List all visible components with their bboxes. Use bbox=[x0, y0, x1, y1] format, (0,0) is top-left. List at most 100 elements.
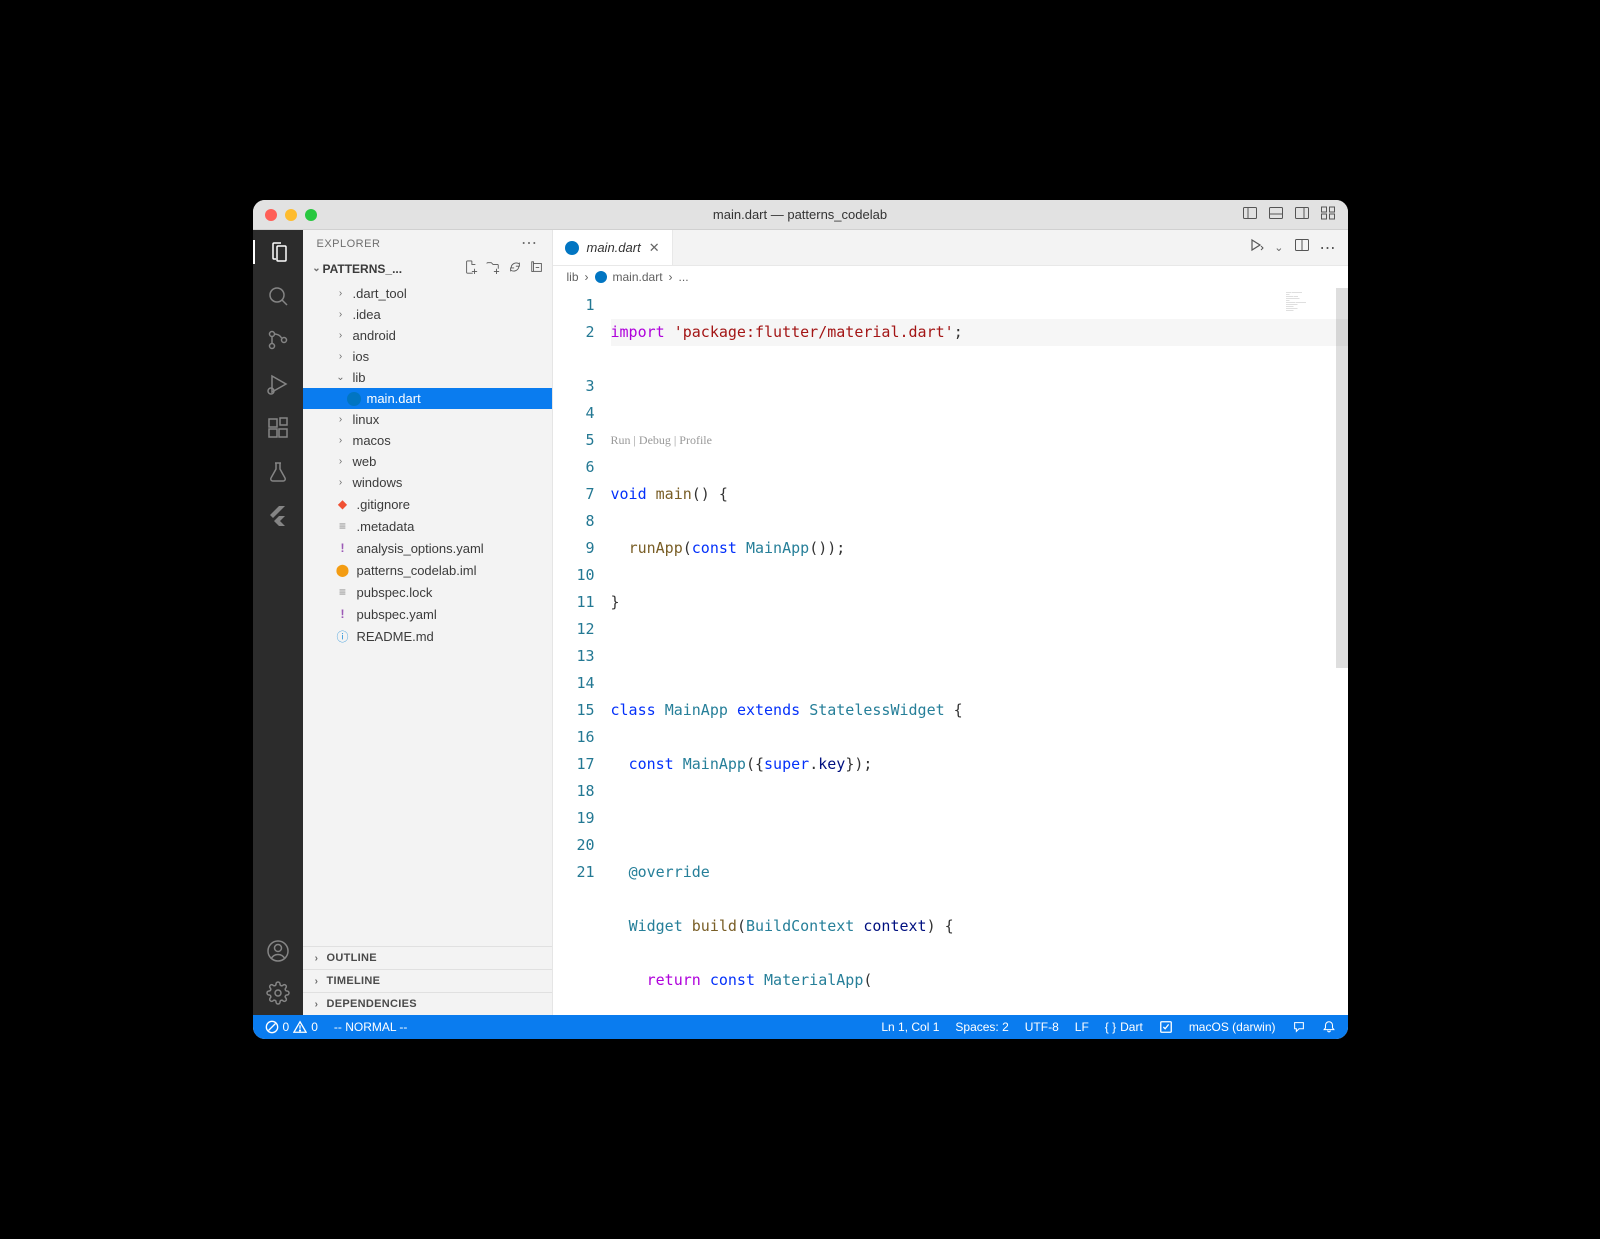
file-item[interactable]: main.dart bbox=[303, 388, 552, 409]
customize-layout-icon[interactable] bbox=[1320, 205, 1336, 224]
file-tree: ›.dart_tool›.idea›android›ios⌄libmain.da… bbox=[303, 283, 552, 946]
tree-item-label: ios bbox=[353, 349, 370, 364]
toggle-panel-icon[interactable] bbox=[1268, 205, 1284, 224]
close-tab-icon[interactable]: ✕ bbox=[649, 240, 660, 256]
code-editor[interactable]: 12 3456789101112131415161718192021 impor… bbox=[553, 288, 1348, 1015]
flutter-activity-icon[interactable] bbox=[266, 504, 290, 528]
braces-icon: { } bbox=[1105, 1020, 1116, 1034]
dart-devtools-status[interactable] bbox=[1159, 1020, 1173, 1034]
code-content[interactable]: import 'package:flutter/material.dart'; … bbox=[611, 288, 1348, 1015]
flutter-device-status[interactable]: macOS (darwin) bbox=[1189, 1020, 1276, 1034]
info-file-icon: ⓘ bbox=[335, 628, 351, 644]
outline-section-header[interactable]: › OUTLINE bbox=[303, 946, 552, 969]
new-file-icon[interactable] bbox=[464, 260, 478, 277]
dependencies-section-header[interactable]: › DEPENDENCIES bbox=[303, 992, 552, 1015]
iml-file-icon: ⬤ bbox=[335, 562, 351, 578]
tree-item-label: analysis_options.yaml bbox=[357, 541, 484, 556]
source-control-activity-icon[interactable] bbox=[266, 328, 290, 352]
dart-file-icon bbox=[595, 271, 607, 283]
codelens[interactable]: Run | Debug | Profile bbox=[611, 427, 1348, 454]
file-item[interactable]: !pubspec.yaml bbox=[303, 603, 552, 625]
tabs-container: main.dart ✕ ⌄ ⋯ bbox=[553, 230, 1348, 266]
editor-layout-controls bbox=[1242, 205, 1336, 224]
chevron-right-icon: › bbox=[669, 270, 673, 284]
chevron-right-icon: › bbox=[335, 330, 347, 341]
breadcrumb-segment[interactable]: lib bbox=[567, 270, 579, 284]
chevron-right-icon: › bbox=[335, 351, 347, 362]
chevron-right-icon: › bbox=[335, 414, 347, 425]
run-action-icon[interactable] bbox=[1248, 237, 1264, 258]
minimize-window-button[interactable] bbox=[285, 209, 297, 221]
tab-main-dart[interactable]: main.dart ✕ bbox=[553, 230, 673, 265]
folder-item[interactable]: › android bbox=[303, 325, 552, 346]
window-title: main.dart — patterns_codelab bbox=[713, 207, 887, 222]
accounts-activity-icon[interactable] bbox=[266, 939, 290, 963]
yaml-file-icon: ! bbox=[335, 606, 351, 622]
file-item[interactable]: ⬤patterns_codelab.iml bbox=[303, 559, 552, 581]
explorer-activity-icon[interactable] bbox=[253, 240, 303, 264]
breadcrumb-segment[interactable]: main.dart bbox=[613, 270, 663, 284]
file-icon: ≡ bbox=[335, 584, 351, 600]
collapse-all-icon[interactable] bbox=[530, 260, 544, 277]
close-window-button[interactable] bbox=[265, 209, 277, 221]
folder-item[interactable]: ›web bbox=[303, 451, 552, 472]
minimap[interactable]: ▬▬▬ ▬▬▬▬▬▬▬▬▬▬▬ ▬▬▬▬▬▬▬▬▬▬▬▬▬▬▬▬ ▬▬▬▬▬▬▬… bbox=[1286, 292, 1342, 342]
feedback-icon[interactable] bbox=[1292, 1020, 1306, 1034]
vertical-scrollbar[interactable] bbox=[1336, 288, 1348, 1015]
activity-bar bbox=[253, 230, 303, 1015]
more-actions-icon[interactable]: ⋯ bbox=[1320, 238, 1336, 258]
folder-item[interactable]: › ios bbox=[303, 346, 552, 367]
section-label: OUTLINE bbox=[327, 952, 377, 964]
folder-item[interactable]: ›linux bbox=[303, 409, 552, 430]
file-item[interactable]: !analysis_options.yaml bbox=[303, 537, 552, 559]
cursor-position-status[interactable]: Ln 1, Col 1 bbox=[881, 1020, 939, 1034]
file-item[interactable]: ⓘ README.md bbox=[303, 625, 552, 647]
timeline-section-header[interactable]: › TIMELINE bbox=[303, 969, 552, 992]
workspace-folder-header[interactable]: ⌄ PATTERNS_... bbox=[303, 258, 552, 283]
section-label: TIMELINE bbox=[327, 975, 381, 987]
statusbar: 0 0 -- NORMAL -- Ln 1, Col 1 Spaces: 2 U… bbox=[253, 1015, 1348, 1039]
tree-item-label: android bbox=[353, 328, 396, 343]
tree-item-label: macos bbox=[353, 433, 391, 448]
settings-activity-icon[interactable] bbox=[266, 981, 290, 1005]
chevron-right-icon: › bbox=[585, 270, 589, 284]
tree-item-label: .dart_tool bbox=[353, 286, 407, 301]
folder-item[interactable]: ⌄lib bbox=[303, 367, 552, 388]
zoom-window-button[interactable] bbox=[305, 209, 317, 221]
testing-activity-icon[interactable] bbox=[266, 460, 290, 484]
folder-item[interactable]: ›.dart_tool bbox=[303, 283, 552, 304]
vscode-window: main.dart — patterns_codelab bbox=[253, 200, 1348, 1039]
folder-item[interactable]: ›windows bbox=[303, 472, 552, 493]
chevron-down-icon[interactable]: ⌄ bbox=[1274, 241, 1283, 254]
chevron-down-icon: ⌄ bbox=[335, 372, 347, 383]
search-activity-icon[interactable] bbox=[266, 284, 290, 308]
tree-item-label: .idea bbox=[353, 307, 381, 322]
file-item[interactable]: ≡pubspec.lock bbox=[303, 581, 552, 603]
chevron-right-icon: › bbox=[311, 999, 323, 1010]
encoding-status[interactable]: UTF-8 bbox=[1025, 1020, 1059, 1034]
new-folder-icon[interactable] bbox=[486, 260, 500, 277]
extensions-activity-icon[interactable] bbox=[266, 416, 290, 440]
run-debug-activity-icon[interactable] bbox=[266, 372, 290, 396]
tree-item-label: README.md bbox=[357, 629, 434, 644]
toggle-secondary-sidebar-icon[interactable] bbox=[1294, 205, 1310, 224]
tree-item-label: .metadata bbox=[357, 519, 415, 534]
breadcrumb-segment[interactable]: ... bbox=[679, 270, 689, 284]
refresh-icon[interactable] bbox=[508, 260, 522, 277]
toggle-primary-sidebar-icon[interactable] bbox=[1242, 205, 1258, 224]
folder-item[interactable]: ›.idea bbox=[303, 304, 552, 325]
indentation-status[interactable]: Spaces: 2 bbox=[955, 1020, 1008, 1034]
language-status[interactable]: { } Dart bbox=[1105, 1020, 1143, 1034]
eol-status[interactable]: LF bbox=[1075, 1020, 1089, 1034]
split-editor-icon[interactable] bbox=[1294, 237, 1310, 258]
breadcrumb[interactable]: lib › main.dart › ... bbox=[553, 266, 1348, 288]
problems-status[interactable]: 0 0 bbox=[265, 1020, 318, 1034]
scrollbar-thumb[interactable] bbox=[1336, 288, 1348, 668]
folder-item[interactable]: ›macos bbox=[303, 430, 552, 451]
file-item[interactable]: ≡ .metadata bbox=[303, 515, 552, 537]
file-icon: ≡ bbox=[335, 518, 351, 534]
sidebar-title: EXPLORER bbox=[317, 238, 381, 250]
notifications-icon[interactable] bbox=[1322, 1020, 1336, 1034]
file-item[interactable]: ◆.gitignore bbox=[303, 493, 552, 515]
vim-mode-status: -- NORMAL -- bbox=[334, 1020, 408, 1034]
